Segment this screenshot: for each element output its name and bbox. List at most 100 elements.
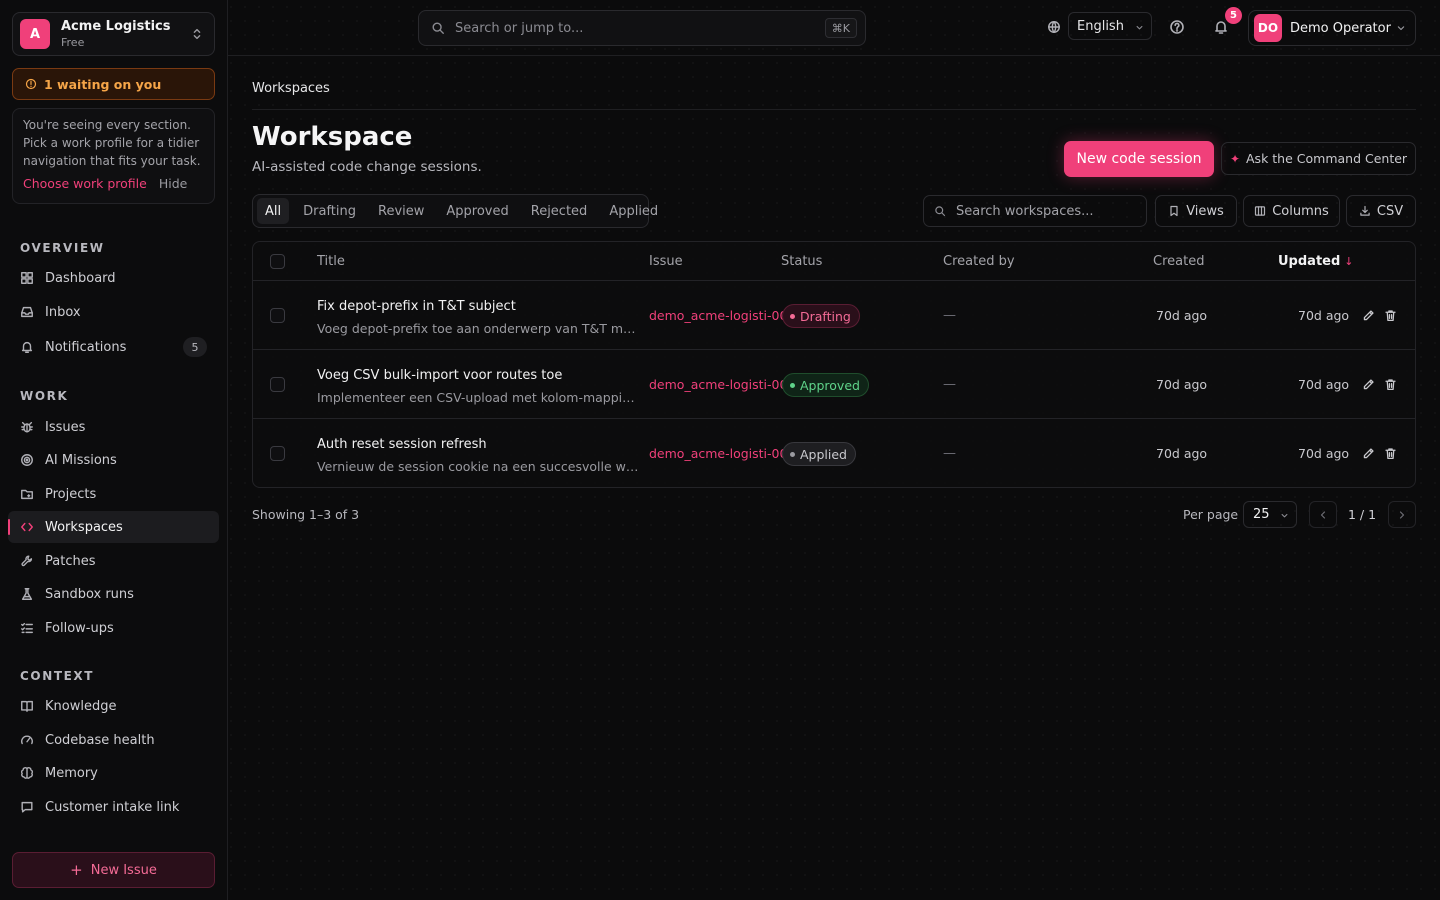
- language-select[interactable]: English: [1068, 12, 1152, 40]
- table-row[interactable]: Voeg CSV bulk-import voor routes toe Imp…: [253, 350, 1415, 419]
- sidebar-item-knowledge[interactable]: Knowledge: [8, 690, 219, 722]
- row-title[interactable]: Auth reset session refresh: [317, 437, 487, 452]
- row-issue-link[interactable]: demo_acme-logisti-001: [649, 308, 786, 323]
- sidebar-item-dashboard[interactable]: Dashboard: [8, 262, 219, 294]
- sidebar-item-ai-missions[interactable]: AI Missions: [8, 444, 219, 476]
- sidebar-item-label: Codebase health: [45, 732, 155, 748]
- tab-drafting[interactable]: Drafting: [295, 198, 364, 224]
- sidebar-item-issues[interactable]: Issues: [8, 411, 219, 443]
- showing-count: Showing 1–3 of 3: [252, 507, 360, 522]
- status-badge: Approved: [782, 373, 869, 397]
- column-header-status[interactable]: Status: [781, 254, 822, 269]
- row-created-by: —: [943, 308, 956, 323]
- page-indicator: 1 / 1: [1348, 507, 1377, 522]
- row-checkbox[interactable]: [270, 446, 285, 461]
- next-page-button[interactable]: [1388, 501, 1416, 528]
- sidebar-item-label: Projects: [45, 486, 97, 502]
- edit-pencil-icon[interactable]: [1362, 378, 1375, 391]
- views-button[interactable]: Views: [1155, 195, 1237, 227]
- column-header-created-by[interactable]: Created by: [943, 254, 1015, 269]
- sidebar-item-follow-ups[interactable]: Follow-ups: [8, 612, 219, 644]
- csv-label: CSV: [1376, 203, 1404, 219]
- columns-button[interactable]: Columns: [1243, 195, 1340, 227]
- new-code-session-button[interactable]: New code session: [1064, 141, 1214, 177]
- row-checkbox[interactable]: [270, 308, 285, 323]
- select-all-checkbox[interactable]: [270, 254, 285, 269]
- sidebar-item-memory[interactable]: Memory: [8, 757, 219, 789]
- user-menu[interactable]: DO Demo Operator: [1248, 10, 1416, 46]
- table-header: Title Issue Status Created by Created Up…: [253, 242, 1415, 281]
- sidebar-item-customer-intake-link[interactable]: Customer intake link: [8, 791, 219, 823]
- table-row[interactable]: Fix depot-prefix in T&T subject Voeg dep…: [253, 281, 1415, 350]
- topbar: ⌘K English 5 DO Demo Operator: [228, 0, 1440, 56]
- search-icon: [431, 21, 445, 35]
- org-switcher[interactable]: A Acme Logistics Free: [12, 12, 215, 56]
- chevron-updown-icon: [190, 27, 204, 41]
- workspaces-table: Title Issue Status Created by Created Up…: [252, 241, 1416, 488]
- sort-desc-arrow-icon: ↓: [1344, 255, 1354, 268]
- csv-export-button[interactable]: CSV: [1346, 195, 1416, 227]
- hide-work-profile-button[interactable]: Hide: [159, 176, 188, 191]
- delete-trash-icon[interactable]: [1384, 309, 1397, 322]
- row-description: Implementeer een CSV-upload met kolom-ma…: [317, 390, 639, 405]
- global-search-input[interactable]: [455, 20, 815, 36]
- sidebar-item-sandbox-runs[interactable]: Sandbox runs: [8, 578, 219, 610]
- row-title[interactable]: Fix depot-prefix in T&T subject: [317, 299, 516, 314]
- per-page-value: 25: [1253, 507, 1270, 522]
- edit-pencil-icon[interactable]: [1362, 447, 1375, 460]
- row-issue-link[interactable]: demo_acme-logisti-00: [649, 446, 786, 461]
- chevron-down-icon: [1134, 22, 1145, 33]
- tab-all[interactable]: All: [257, 198, 290, 224]
- help-icon[interactable]: [1169, 19, 1185, 35]
- sidebar-item-label: Issues: [45, 419, 86, 435]
- sidebar-item-inbox[interactable]: Inbox: [8, 296, 219, 328]
- table-row[interactable]: Auth reset session refresh Vernieuw de s…: [253, 419, 1415, 488]
- sidebar-item-label: Patches: [45, 553, 96, 569]
- sidebar-item-label: Memory: [45, 765, 98, 781]
- sidebar-item-label: Knowledge: [45, 698, 117, 714]
- status-label: Drafting: [800, 308, 851, 324]
- row-title[interactable]: Voeg CSV bulk-import voor routes toe: [317, 368, 562, 383]
- choose-work-profile-link[interactable]: Choose work profile: [23, 176, 147, 191]
- new-issue-label: New Issue: [90, 862, 157, 878]
- sidebar-item-label: Customer intake link: [45, 799, 180, 815]
- new-issue-button[interactable]: + New Issue: [12, 852, 215, 888]
- work-profile-text: You're seeing every section. Pick a work…: [23, 118, 201, 168]
- tab-review[interactable]: Review: [370, 198, 432, 224]
- row-issue-link[interactable]: demo_acme-logisti-006: [649, 377, 786, 392]
- delete-trash-icon[interactable]: [1384, 378, 1397, 391]
- folder-icon: [20, 487, 34, 501]
- code-icon: [20, 520, 34, 534]
- delete-trash-icon[interactable]: [1384, 447, 1397, 460]
- global-search[interactable]: ⌘K: [418, 10, 866, 46]
- edit-pencil-icon[interactable]: [1362, 309, 1375, 322]
- status-dot: [790, 382, 795, 388]
- sidebar-item-patches[interactable]: Patches: [8, 545, 219, 577]
- workspace-search-input[interactable]: [956, 203, 1136, 219]
- column-header-title[interactable]: Title: [317, 254, 345, 269]
- sidebar-item-workspaces[interactable]: Workspaces: [8, 511, 219, 543]
- status-dot: [790, 451, 795, 457]
- workspace-search[interactable]: [923, 195, 1147, 227]
- previous-page-button[interactable]: [1309, 501, 1337, 528]
- columns-label: Columns: [1272, 203, 1329, 219]
- row-created: 70d ago: [1156, 377, 1208, 392]
- sidebar-item-codebase-health[interactable]: Codebase health: [8, 724, 219, 756]
- ask-command-center-button[interactable]: ✦ Ask the Command Center: [1221, 142, 1416, 175]
- tab-applied[interactable]: Applied: [601, 198, 666, 224]
- sidebar-item-label: AI Missions: [45, 452, 117, 468]
- sidebar-item-projects[interactable]: Projects: [8, 478, 219, 510]
- column-header-created[interactable]: Created: [1153, 254, 1204, 269]
- column-header-issue[interactable]: Issue: [649, 254, 683, 269]
- tab-rejected[interactable]: Rejected: [523, 198, 596, 224]
- row-checkbox[interactable]: [270, 377, 285, 392]
- breadcrumb[interactable]: Workspaces: [252, 81, 330, 96]
- ask-command-center-label: Ask the Command Center: [1246, 151, 1408, 166]
- per-page-select[interactable]: 25: [1243, 501, 1297, 528]
- bug-icon: [20, 420, 34, 434]
- waiting-banner[interactable]: 1 waiting on you: [12, 68, 215, 100]
- sidebar-item-notifications[interactable]: Notifications 5: [8, 331, 219, 363]
- sidebar: A Acme Logistics Free 1 waiting on you Y…: [0, 0, 228, 900]
- column-header-updated[interactable]: Updated ↓: [1278, 254, 1354, 269]
- tab-approved[interactable]: Approved: [438, 198, 516, 224]
